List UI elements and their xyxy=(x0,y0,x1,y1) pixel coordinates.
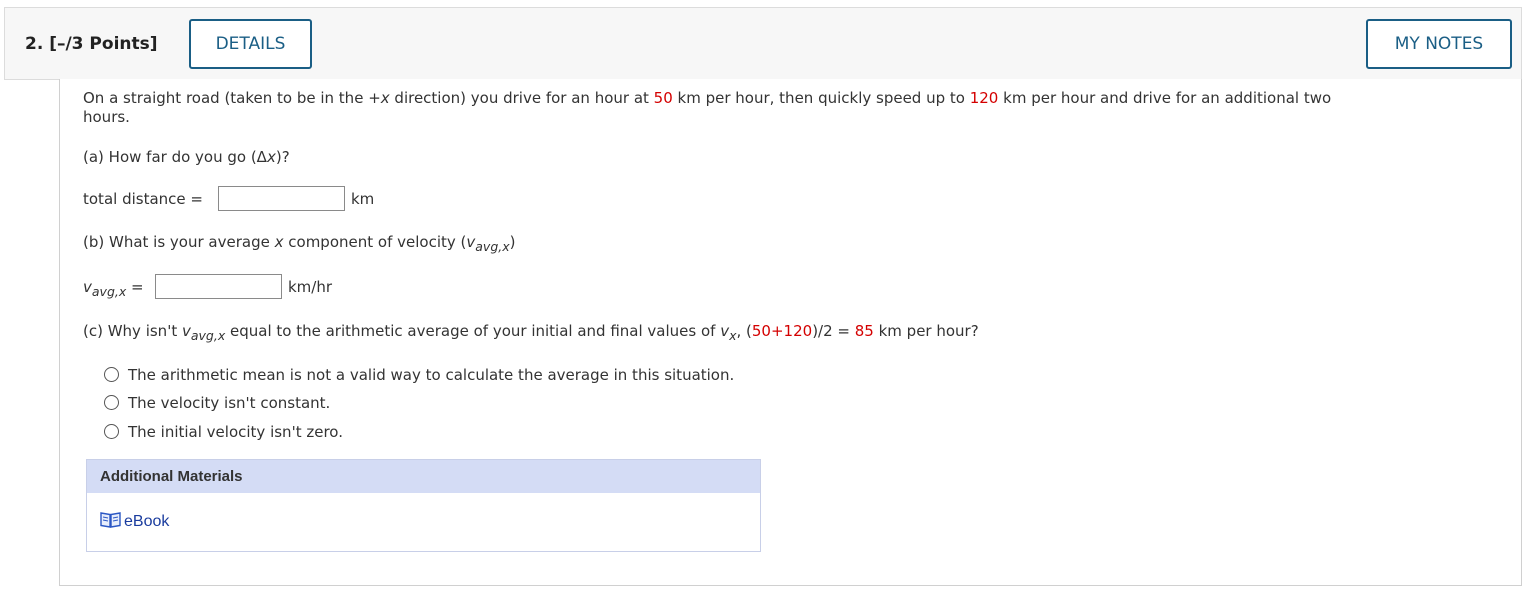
avg-velocity-label: vavg,x = xyxy=(83,278,144,299)
book-icon xyxy=(100,511,121,532)
total-distance-input[interactable] xyxy=(218,186,345,211)
avg-velocity-input[interactable] xyxy=(155,274,282,299)
distance-unit-label: km xyxy=(351,190,375,208)
part-a-prompt: (a) How far do you go (Δx)? xyxy=(83,148,290,166)
option-3-label[interactable]: The initial velocity isn't zero. xyxy=(128,423,343,441)
question-intro-line2: hours. xyxy=(83,108,130,126)
speed-value-1: 50 xyxy=(653,89,673,107)
total-distance-label: total distance = xyxy=(83,190,203,208)
part-c-prompt: (c) Why isn't vavg,x equal to the arithm… xyxy=(83,322,979,343)
option-2-radio[interactable] xyxy=(104,395,119,410)
velocity-unit-label: km/hr xyxy=(288,278,333,296)
part-b-prompt: (b) What is your average x component of … xyxy=(83,233,516,254)
details-button[interactable]: DETAILS xyxy=(189,19,312,69)
option-1-label[interactable]: The arithmetic mean is not a valid way t… xyxy=(128,366,734,384)
ebook-link[interactable]: eBook xyxy=(100,511,169,532)
option-3-radio[interactable] xyxy=(104,424,119,439)
additional-materials-title: Additional Materials xyxy=(87,460,760,493)
option-1-radio[interactable] xyxy=(104,367,119,382)
question-intro: On a straight road (taken to be in the +… xyxy=(83,89,1332,107)
additional-materials-panel: Additional Materials eBook xyxy=(86,459,761,552)
question-header: 2. [–/3 Points] DETAILS MY NOTES xyxy=(4,7,1522,80)
my-notes-button[interactable]: MY NOTES xyxy=(1366,19,1512,69)
ebook-label[interactable]: eBook xyxy=(124,513,169,531)
question-points-label: 2. [–/3 Points] xyxy=(25,34,158,54)
speed-value-2: 120 xyxy=(969,89,999,107)
option-2-label[interactable]: The velocity isn't constant. xyxy=(128,394,330,412)
